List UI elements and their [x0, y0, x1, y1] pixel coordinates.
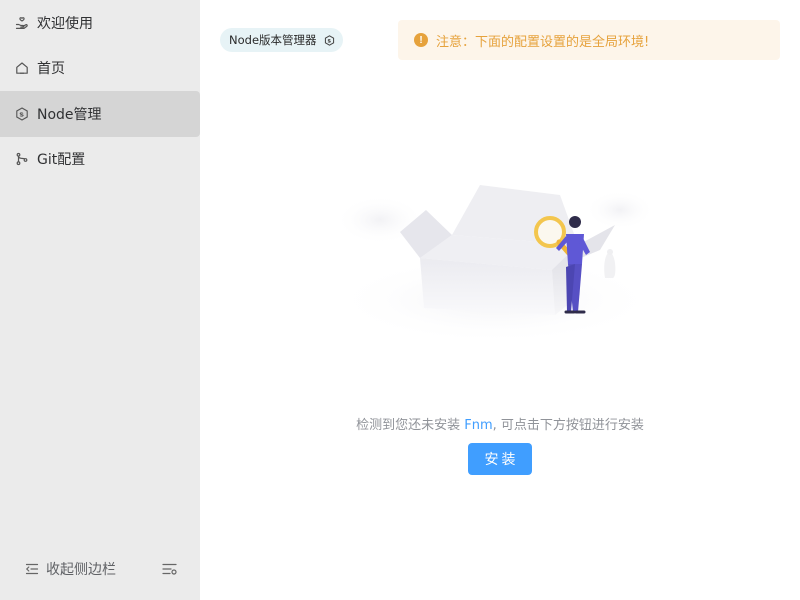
sidebar-item-label: 欢迎使用 — [37, 16, 93, 32]
install-hint-message: 检测到您还未安装 Fnm, 可点击下方按钮进行安装 — [200, 414, 800, 433]
sidebar-item-label: 首页 — [37, 61, 65, 77]
nodejs-icon — [324, 34, 335, 46]
sidebar-item-label: Git配置 — [37, 152, 86, 168]
message-text: 检测到您还未安装 — [356, 418, 465, 433]
home-icon — [15, 61, 29, 75]
git-branch-icon — [15, 152, 29, 166]
nodejs-icon — [15, 107, 29, 121]
sidebar-footer: 收起侧边栏 — [0, 556, 200, 582]
global-config-warning: ! 注意：下面的配置设置的是全局环境! — [398, 20, 780, 60]
node-version-manager-tag: Node版本管理器 — [220, 28, 343, 52]
fnm-highlight: Fnm — [464, 418, 493, 433]
sidebar-settings-icon[interactable] — [162, 562, 178, 576]
sidebar-item-label: Node管理 — [37, 107, 102, 123]
alert-text: 注意：下面的配置设置的是全局环境! — [436, 34, 650, 50]
empty-box-illustration — [330, 170, 660, 345]
sidebar: 欢迎使用 首页 Node管理 Git配置 收起侧边栏 — [0, 0, 200, 600]
install-button[interactable]: 安装 — [468, 443, 532, 475]
main-content: Node版本管理器 ! 注意：下面的配置设置的是全局环境! 检测到您还未安装 F… — [200, 0, 800, 600]
warning-icon: ! — [414, 33, 428, 47]
hand-heart-icon — [15, 16, 29, 30]
collapse-sidebar-button[interactable]: 收起侧边栏 — [25, 559, 116, 579]
sidebar-item-home[interactable]: 首页 — [0, 45, 200, 91]
collapse-icon — [25, 563, 39, 575]
sidebar-item-git[interactable]: Git配置 — [0, 136, 200, 182]
collapse-sidebar-label: 收起侧边栏 — [46, 562, 116, 578]
sidebar-item-node[interactable]: Node管理 — [0, 91, 200, 137]
tag-label: Node版本管理器 — [229, 33, 317, 47]
sidebar-item-welcome[interactable]: 欢迎使用 — [0, 0, 200, 46]
message-text-rest: , 可点击下方按钮进行安装 — [492, 418, 644, 433]
